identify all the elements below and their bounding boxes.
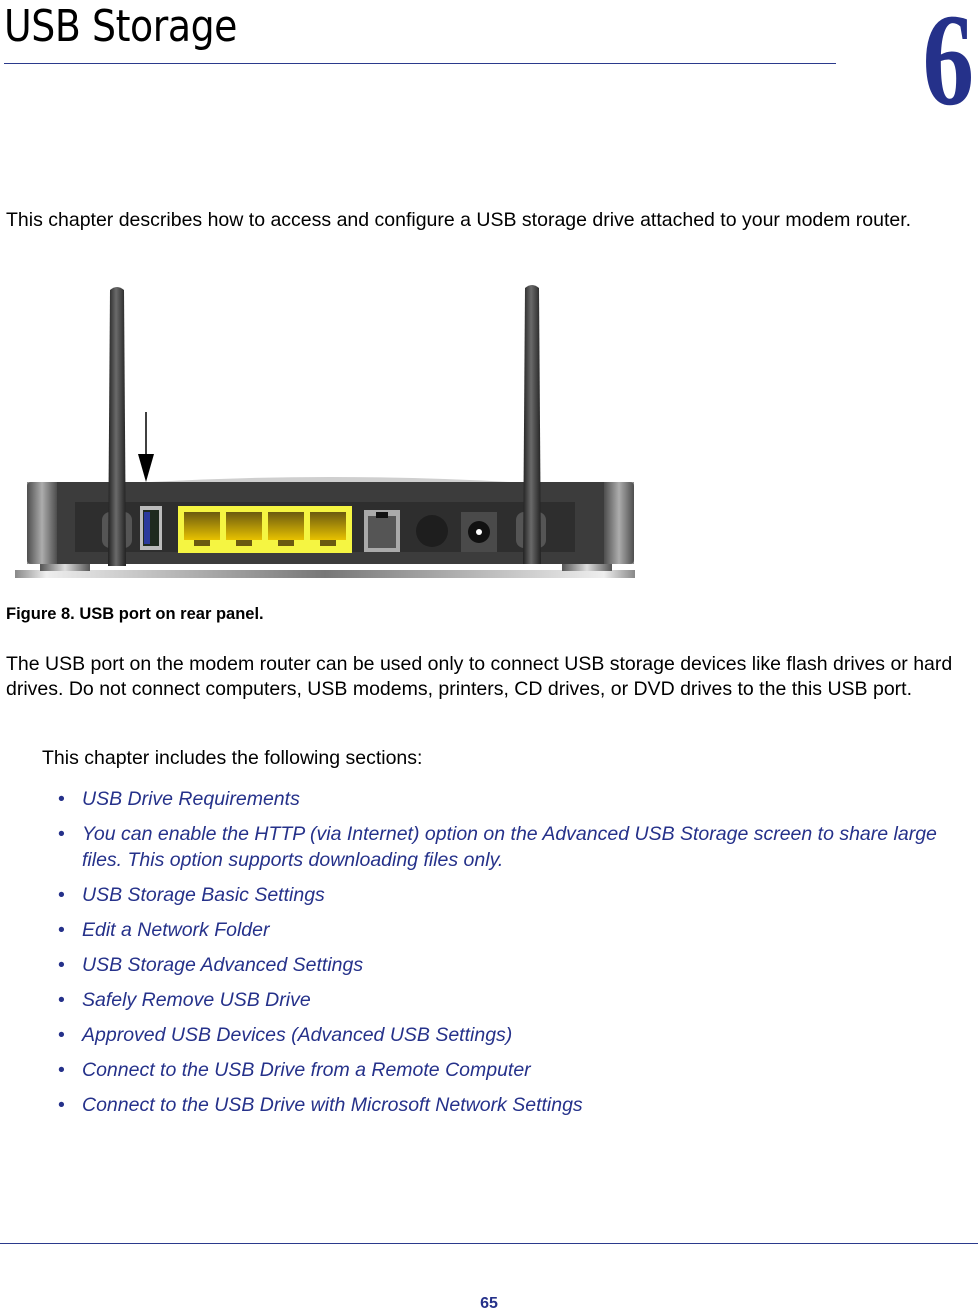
right-antenna: [523, 285, 541, 564]
section-link-approved-devices[interactable]: • Approved USB Devices (Advanced USB Sett…: [58, 1022, 974, 1048]
footer-rule: [0, 1243, 978, 1244]
bullet-icon: •: [58, 1024, 65, 1046]
bullet-icon: •: [58, 884, 65, 906]
bullet-icon: •: [58, 1094, 65, 1116]
page-number: 65: [480, 1295, 498, 1312]
section-label: USB Storage Advanced Settings: [82, 954, 364, 976]
section-label: Connect to the USB Drive with Microsoft …: [82, 1094, 583, 1116]
usb-port-paragraph: The USB port on the modem router can be …: [6, 653, 953, 700]
section-label: Edit a Network Folder: [82, 919, 270, 941]
bullet-icon: •: [58, 989, 65, 1011]
section-label: You can enable the HTTP (via Internet) o…: [82, 823, 937, 871]
section-link-safely-remove[interactable]: • Safely Remove USB Drive: [58, 987, 974, 1013]
section-link-remote-computer[interactable]: • Connect to the USB Drive from a Remote …: [58, 1057, 974, 1083]
router-rear-panel-figure: [10, 276, 640, 586]
section-list: • USB Drive Requirements • You can enable …: [58, 786, 974, 1127]
chapter-number: 6: [922, 0, 974, 133]
bullet-icon: •: [58, 1059, 65, 1081]
section-link-usb-drive-requirements[interactable]: • USB Drive Requirements: [58, 786, 974, 812]
bullet-icon: •: [58, 823, 65, 845]
section-link-basic-settings[interactable]: • USB Storage Basic Settings: [58, 882, 974, 908]
section-label: Safely Remove USB Drive: [82, 989, 311, 1011]
power-button: [416, 515, 448, 547]
router-illustration: [15, 285, 635, 578]
section-label: USB Storage Basic Settings: [82, 884, 325, 906]
section-label: USB Drive Requirements: [82, 788, 300, 810]
bullet-icon: •: [58, 919, 65, 941]
figure-caption: Figure 8. USB port on rear panel.: [6, 605, 264, 623]
section-label: Approved USB Devices (Advanced USB Setti…: [82, 1024, 513, 1046]
section-link-http-option[interactable]: • You can enable the HTTP (via Internet) …: [58, 821, 974, 873]
router-base: [15, 570, 635, 578]
section-link-edit-network-folder[interactable]: • Edit a Network Folder: [58, 917, 974, 943]
bullet-icon: •: [58, 788, 65, 810]
section-link-microsoft-network[interactable]: • Connect to the USB Drive with Microsoft…: [58, 1092, 974, 1118]
chapter-title: USB Storage: [4, 1, 238, 52]
section-link-advanced-settings[interactable]: • USB Storage Advanced Settings: [58, 952, 974, 978]
section-label: Connect to the USB Drive from a Remote C…: [82, 1059, 531, 1081]
sections-intro: This chapter includes the following sect…: [42, 747, 423, 769]
intro-paragraph: This chapter describes how to access and…: [6, 209, 912, 231]
bullet-icon: •: [58, 954, 65, 976]
arrow-head-icon: [138, 454, 154, 482]
title-rule: [4, 63, 836, 64]
left-antenna: [108, 287, 126, 566]
